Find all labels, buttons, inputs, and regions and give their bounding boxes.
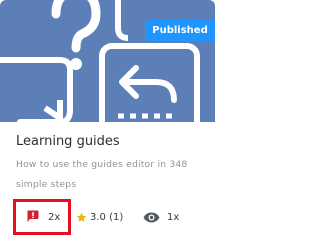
guide-thumbnail: Published <box>0 0 215 122</box>
views-stat[interactable]: 1x <box>143 199 179 235</box>
flags-count: 2x <box>48 211 61 223</box>
views-count: 1x <box>167 211 180 223</box>
eye-icon <box>143 212 160 223</box>
guide-stats: 2x 3.0 (1) 1x <box>13 199 208 235</box>
guide-card[interactable]: Published Learning guides How to use the… <box>0 0 215 250</box>
guide-description: How to use the guides editor in 348 simp… <box>16 159 188 190</box>
flags-stat[interactable]: 2x <box>13 199 71 235</box>
guide-illustration <box>0 0 200 122</box>
report-flag-icon <box>26 210 39 224</box>
rating-value: 3.0 (1) <box>90 211 124 223</box>
status-badge: Published <box>145 20 215 41</box>
rating-stat[interactable]: 3.0 (1) <box>76 199 123 235</box>
star-icon <box>76 212 87 223</box>
guide-title[interactable]: Learning guides <box>16 134 206 149</box>
